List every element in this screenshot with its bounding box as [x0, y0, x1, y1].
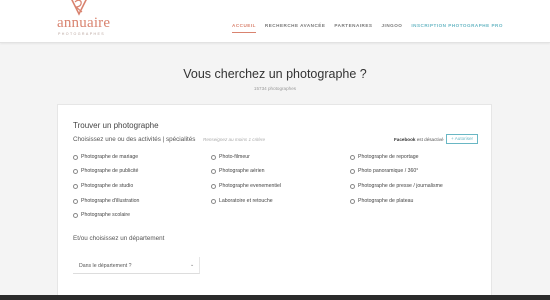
facebook-status-text: est désactivé: [415, 137, 444, 142]
activity-option-label: Photographe de studio: [81, 183, 134, 189]
activity-option-label: Photographe de plateau: [358, 198, 414, 204]
department-label: Et/ou choisissez un département: [73, 235, 165, 242]
activity-option-label: Photo-filmeur: [219, 154, 250, 160]
main-nav: ACCUEIL RECHERCHE AVANCÉE PARTENAIRES JI…: [232, 23, 503, 33]
radio-icon[interactable]: [350, 198, 355, 204]
activities-hint: Renseignez au moins 1 critère: [203, 137, 266, 142]
brand-tagline: PHOTOGRAPHES: [58, 32, 106, 36]
search-card-title: Trouver un photographe: [73, 121, 159, 130]
activity-option[interactable]: Photo-filmeur: [211, 154, 250, 160]
top-header: annuaire PHOTOGRAPHES ACCUEIL RECHERCHE …: [0, 0, 550, 43]
radio-icon[interactable]: [211, 198, 216, 204]
footer-bar: [0, 295, 550, 300]
search-card: Trouver un photographe Choisissez une ou…: [57, 104, 492, 300]
chevron-down-icon: ⌄: [190, 262, 195, 268]
radio-icon[interactable]: [350, 183, 355, 189]
logo-mark-icon: [71, 0, 87, 16]
radio-icon[interactable]: [73, 154, 78, 160]
activities-label: Choisissez une ou des activités | spécia…: [73, 136, 196, 143]
activity-option[interactable]: Photographe de mariage: [73, 154, 138, 160]
department-select[interactable]: Dans le département ? ⌄: [73, 257, 200, 274]
radio-icon[interactable]: [211, 168, 216, 174]
activity-option[interactable]: Photographe de studio: [73, 183, 133, 189]
brand-name: annuaire: [57, 15, 111, 31]
radio-icon[interactable]: [73, 212, 78, 218]
activity-option[interactable]: Laboratoire et retouche: [211, 198, 273, 204]
nav-recherche-avancee[interactable]: RECHERCHE AVANCÉE: [265, 23, 325, 33]
page-title: Vous cherchez un photographe ?: [183, 67, 367, 81]
activity-option-label: Photographe de reportage: [358, 154, 419, 160]
facebook-authorize-button[interactable]: + Autoriser: [446, 134, 479, 144]
radio-icon[interactable]: [211, 183, 216, 189]
activity-option[interactable]: Photographe de presse / journalisme: [350, 183, 443, 189]
activity-option-label: Photographe d'illustration: [81, 198, 140, 204]
photographer-count: 15734 photographes: [253, 86, 297, 91]
activity-option[interactable]: Photographe de plateau: [350, 198, 413, 204]
radio-icon[interactable]: [73, 183, 78, 189]
radio-icon[interactable]: [350, 154, 355, 160]
activity-option-label: Photographe aérien: [219, 168, 265, 174]
department-select-value: Dans le département ?: [79, 263, 132, 269]
activity-option[interactable]: Photographe de reportage: [350, 154, 419, 160]
radio-icon[interactable]: [73, 168, 78, 174]
facebook-name: Facebook: [394, 137, 416, 142]
activity-option[interactable]: Photographe evenementiel: [211, 183, 281, 189]
activity-option-label: Photographe de mariage: [81, 154, 139, 160]
nav-inscription[interactable]: INSCRIPTION PHOTOGRAPHE PRO: [411, 23, 503, 33]
activity-option-label: Photographe evenementiel: [219, 183, 282, 189]
nav-jingoo[interactable]: JINGOO: [382, 23, 403, 33]
activity-option[interactable]: Photo panoramique / 360°: [350, 168, 418, 174]
activity-option[interactable]: Photographe aérien: [211, 168, 265, 174]
activity-option-label: Laboratoire et retouche: [219, 198, 273, 204]
radio-icon[interactable]: [73, 198, 78, 204]
activity-option[interactable]: Photographe d'illustration: [73, 198, 139, 204]
brand-logo[interactable]: annuaire PHOTOGRAPHES: [57, 0, 117, 38]
activity-option-label: Photographe scolaire: [81, 212, 131, 218]
nav-partenaires[interactable]: PARTENAIRES: [334, 23, 372, 33]
activity-option-label: Photographe de publicité: [81, 168, 139, 174]
activity-option-label: Photographe de presse / journalisme: [358, 183, 443, 189]
radio-icon[interactable]: [211, 154, 216, 160]
activity-option[interactable]: Photographe de publicité: [73, 168, 138, 174]
activity-option[interactable]: Photographe scolaire: [73, 212, 130, 218]
radio-icon[interactable]: [350, 168, 355, 174]
facebook-status: Facebook est désactivé: [394, 137, 444, 142]
nav-accueil[interactable]: ACCUEIL: [232, 23, 256, 33]
activity-option-label: Photo panoramique / 360°: [358, 168, 419, 174]
